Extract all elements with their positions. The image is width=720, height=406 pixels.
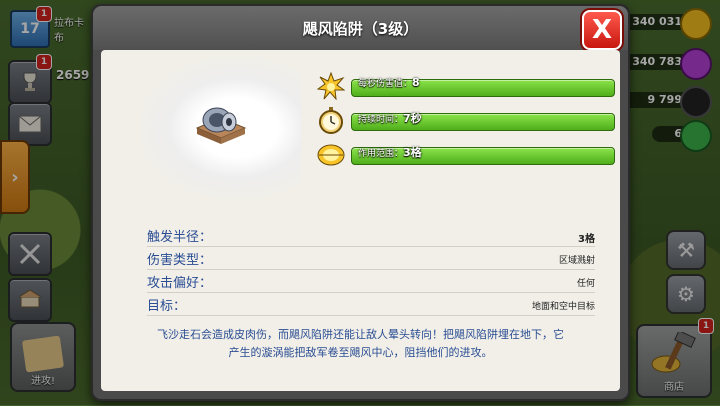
stat-bar-range: 作用范围：3格 (351, 146, 615, 165)
info-row-damage-type: 伤害类型： 区域溅射 (147, 249, 595, 270)
trap-preview (141, 58, 301, 198)
stat-range: 作用范围：3格 (317, 144, 617, 166)
info-row-trigger-radius: 触发半径： 3格 (147, 226, 595, 247)
info-value: 3格 (578, 234, 595, 245)
stat-bar-duration: 持续时间：7秒 (351, 112, 615, 131)
description-line-1: 飞沙走石会造成皮肉伤，而飓风陷阱还能让敌人晕头转向！把飓风陷阱埋在地下，它 (157, 328, 564, 341)
info-label: 伤害类型： (147, 253, 213, 268)
stat-label: 持续时间： (358, 115, 404, 125)
stopwatch-icon (319, 107, 343, 134)
range-icon (317, 144, 345, 166)
info-dialog: 飓风陷阱（3级） X 每秒伤害值：8 持续时间：7秒 作用范围：3格 触发半径：… (91, 4, 630, 401)
stat-label: 每秒伤害值： (358, 79, 413, 89)
stat-label: 作用范围： (358, 149, 404, 159)
description-line-2: 产生的漩涡能把敌军卷至飓风中心，阻挡他们的进攻。 (228, 346, 493, 359)
stat-value: 8 (412, 76, 420, 89)
info-value: 地面和空中目标 (531, 302, 595, 312)
close-icon: X (591, 15, 613, 45)
stat-value: 7秒 (403, 112, 422, 125)
explosion-icon (317, 72, 345, 100)
info-value: 任何 (576, 279, 595, 289)
dialog-title: 飓风陷阱（3级） (302, 20, 419, 38)
info-label: 攻击偏好： (147, 276, 213, 291)
tornado-trap-icon (195, 107, 247, 144)
close-button[interactable]: X (582, 10, 622, 50)
dialog-body: 每秒伤害值：8 持续时间：7秒 作用范围：3格 触发半径： 3格 伤害类型： 区… (101, 50, 620, 391)
info-label: 目标： (147, 299, 187, 314)
info-row-favorite-target: 攻击偏好： 任何 (147, 272, 595, 293)
stat-value: 3格 (403, 146, 422, 159)
stat-duration: 持续时间：7秒 (317, 107, 617, 134)
info-row-targets: 目标： 地面和空中目标 (147, 295, 595, 316)
description: 飞沙走石会造成皮肉伤，而飓风陷阱还能让敌人晕头转向！把飓风陷阱埋在地下，它 产生… (121, 326, 600, 362)
dialog-header: 飓风陷阱（3级） X (93, 6, 628, 50)
info-label: 触发半径： (147, 230, 213, 245)
stat-bar-dps: 每秒伤害值：8 (351, 76, 615, 97)
stat-dps: 每秒伤害值：8 (317, 72, 617, 100)
info-value: 区域溅射 (558, 256, 595, 266)
